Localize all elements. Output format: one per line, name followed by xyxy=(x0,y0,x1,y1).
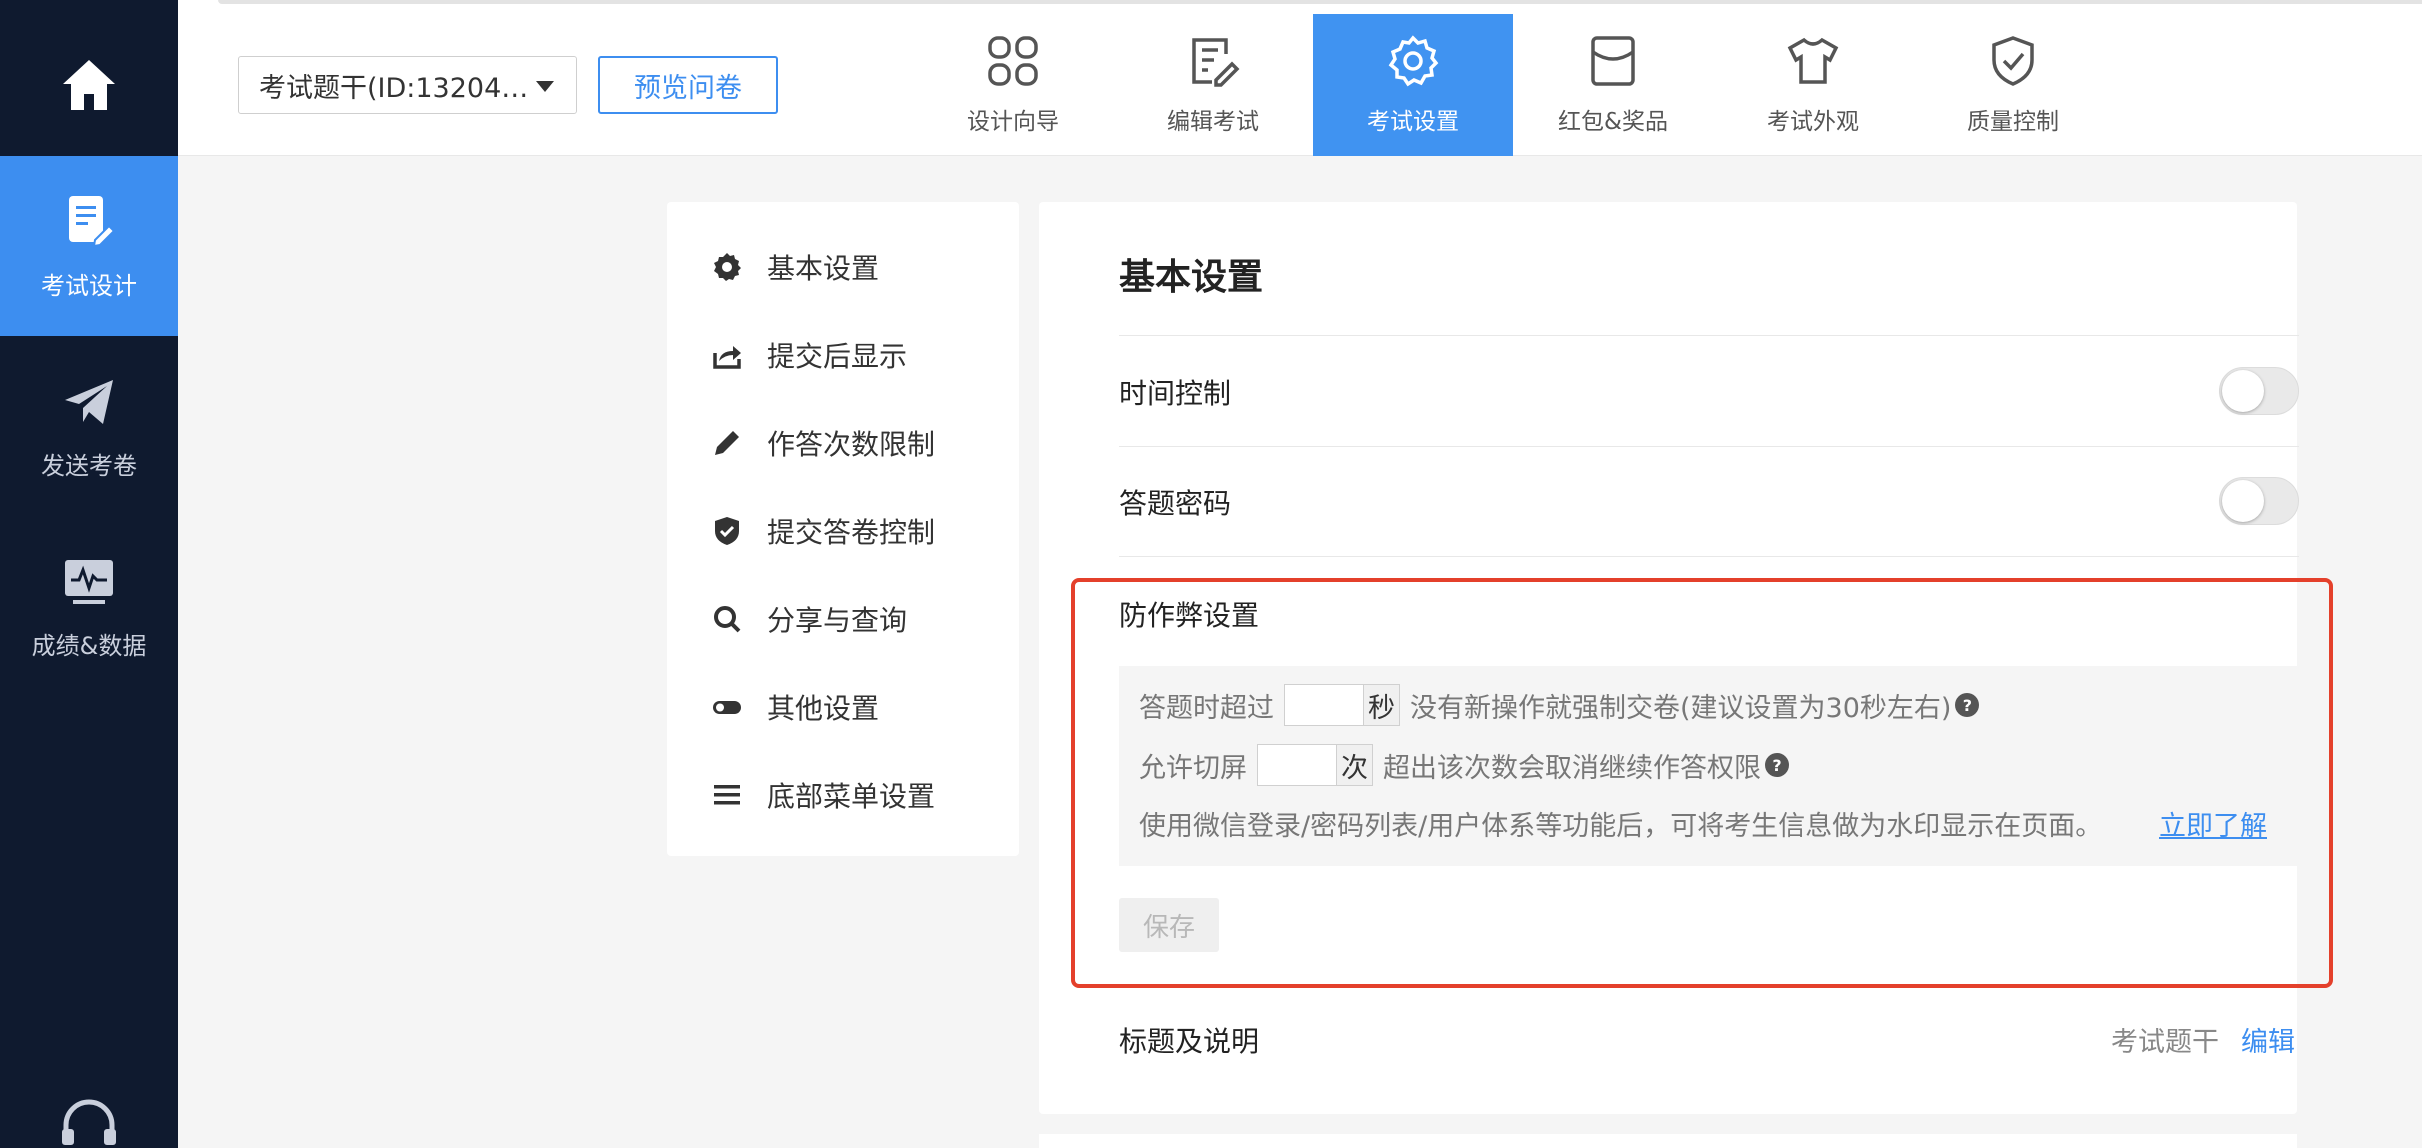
menu-item-answer-limit[interactable]: 作答次数限制 xyxy=(711,418,935,468)
learn-more-link[interactable]: 立即了解 xyxy=(2159,804,2267,843)
menu-item-label: 底部菜单设置 xyxy=(767,780,936,813)
grid-icon xyxy=(988,36,1038,86)
idle-seconds-input[interactable] xyxy=(1284,684,1364,726)
seconds-unit: 秒 xyxy=(1364,684,1400,726)
screen-switch-line: 允许切屏 次 超出该次数会取消继续作答权限 ? xyxy=(1139,744,1789,786)
help-icon[interactable]: ? xyxy=(1765,753,1789,777)
preview-survey-button[interactable]: 预览问卷 xyxy=(598,56,778,114)
idle-timeout-prefix: 答题时超过 xyxy=(1139,692,1274,724)
idle-timeout-line: 答题时超过 秒 没有新操作就强制交卷(建议设置为30秒左右) ? xyxy=(1139,684,1980,726)
chart-monitor-icon xyxy=(65,559,113,604)
menu-item-label: 基本设置 xyxy=(767,252,880,285)
menu-item-post-submit-display[interactable]: 提交后显示 xyxy=(711,330,907,380)
exam-design-icon xyxy=(69,195,116,247)
shield-check-icon xyxy=(1992,36,2034,86)
sidebar-item-exam-design[interactable]: 考试设计 xyxy=(0,156,178,336)
time-control-toggle[interactable] xyxy=(2219,367,2299,415)
toggle-knob xyxy=(2222,370,2264,412)
top-header: 考试题干(ID:13204… 预览问卷 设计向导 编辑考试 考试设置 红包&奖品… xyxy=(178,14,2422,156)
home-icon xyxy=(63,60,115,110)
browser-strip xyxy=(178,0,2422,14)
divider xyxy=(1119,335,2299,336)
divider xyxy=(1119,446,2299,447)
save-button[interactable]: 保存 xyxy=(1119,898,1219,952)
next-card-edge xyxy=(1039,1134,2297,1148)
tab-label: 设计向导 xyxy=(967,109,1059,135)
tab-exam-settings[interactable]: 考试设置 xyxy=(1313,14,1513,156)
screen-switch-count-input[interactable] xyxy=(1257,744,1337,786)
sidebar-item-send-exam[interactable]: 发送考卷 xyxy=(0,336,178,516)
menu-item-other-settings[interactable]: 其他设置 xyxy=(711,682,879,732)
toggle-icon xyxy=(713,701,741,714)
menu-item-submit-control[interactable]: 提交答卷控制 xyxy=(711,506,935,556)
menu-item-bottom-menu[interactable]: 底部菜单设置 xyxy=(711,770,935,820)
tab-exam-appearance[interactable]: 考试外观 xyxy=(1713,14,1913,156)
left-sidebar: 考试设计 发送考卷 成绩&数据 xyxy=(0,0,178,1148)
divider xyxy=(1119,556,2299,557)
menu-item-label: 提交后显示 xyxy=(767,340,908,373)
watermark-text: 使用微信登录/密码列表/用户体系等功能后，可将考生信息做为水印显示在页面。 xyxy=(1139,811,2103,842)
menu-item-basic-settings[interactable]: 基本设置 xyxy=(711,242,879,292)
tab-label: 红包&奖品 xyxy=(1558,109,1668,135)
sidebar-item-scores-data[interactable]: 成绩&数据 xyxy=(0,516,178,696)
screen-switch-suffix: 超出该次数会取消继续作答权限 xyxy=(1383,752,1761,784)
tab-label: 考试设置 xyxy=(1367,109,1459,135)
sidebar-item-label: 考试设计 xyxy=(41,271,137,300)
tab-red-envelope-prizes[interactable]: 红包&奖品 xyxy=(1513,14,1713,156)
watermark-line: 使用微信登录/密码列表/用户体系等功能后，可将考生信息做为水印显示在页面。 xyxy=(1139,804,2102,843)
tab-quality-control[interactable]: 质量控制 xyxy=(1913,14,2113,156)
scroll-track xyxy=(218,0,2422,4)
tab-edit-exam[interactable]: 编辑考试 xyxy=(1113,14,1313,156)
title-description-value: 考试题干 xyxy=(2111,1027,2219,1058)
times-unit: 次 xyxy=(1337,744,1373,786)
screen-switch-prefix: 允许切屏 xyxy=(1139,752,1247,784)
shield-check-icon xyxy=(715,517,739,545)
anti-cheat-title: 防作弊设置 xyxy=(1119,599,1260,632)
title-description-label: 标题及说明 xyxy=(1119,1025,1260,1058)
shirt-icon xyxy=(1787,37,1839,84)
time-control-label: 时间控制 xyxy=(1119,377,1232,410)
edit-doc-icon xyxy=(1192,38,1240,87)
headset-icon xyxy=(62,1099,116,1145)
tab-label: 编辑考试 xyxy=(1167,109,1259,135)
gear-icon xyxy=(714,253,741,281)
menu-item-label: 其他设置 xyxy=(767,692,880,725)
menu-lines-icon xyxy=(714,785,740,805)
settings-content: 基本设置 时间控制 答题密码 防作弊设置 答题时超过 秒 没有新操作就强制交卷(… xyxy=(1039,202,2333,1114)
sidebar-item-label: 成绩&数据 xyxy=(31,631,147,660)
customer-service-button[interactable] xyxy=(58,1095,120,1145)
toggle-knob xyxy=(2222,480,2264,522)
idle-timeout-suffix: 没有新操作就强制交卷(建议设置为30秒左右) xyxy=(1410,692,1952,724)
answer-password-label: 答题密码 xyxy=(1119,487,1232,520)
survey-select-value: 考试题干(ID:13204… xyxy=(259,72,529,104)
menu-item-label: 提交答卷控制 xyxy=(767,516,936,549)
anti-cheat-panel: 答题时超过 秒 没有新操作就强制交卷(建议设置为30秒左右) ? 允许切屏 次 … xyxy=(1119,666,2299,866)
share-out-icon xyxy=(713,346,741,369)
menu-item-share-query[interactable]: 分享与查询 xyxy=(711,594,907,644)
search-icon xyxy=(714,606,741,633)
help-icon[interactable]: ? xyxy=(1955,693,1980,717)
survey-select-dropdown[interactable]: 考试题干(ID:13204… xyxy=(238,56,577,114)
paper-plane-icon xyxy=(65,379,113,424)
tab-label: 质量控制 xyxy=(1967,109,2059,135)
edit-link[interactable]: 编辑 xyxy=(2241,1020,2295,1059)
menu-item-label: 分享与查询 xyxy=(767,604,908,637)
gear-icon xyxy=(1388,35,1439,87)
tab-design-wizard[interactable]: 设计向导 xyxy=(913,14,1113,156)
answer-password-toggle[interactable] xyxy=(2219,477,2299,525)
home-button[interactable] xyxy=(0,14,178,156)
sidebar-item-label: 发送考卷 xyxy=(41,451,137,480)
chevron-down-icon xyxy=(536,81,554,92)
page-title: 基本设置 xyxy=(1119,257,1264,298)
settings-menu: 基本设置 提交后显示 作答次数限制 提交答卷控制 分享与查询 其他设置 底部菜单… xyxy=(667,202,1019,856)
menu-item-label: 作答次数限制 xyxy=(767,428,936,461)
tab-label: 考试外观 xyxy=(1767,109,1859,135)
red-envelope-icon xyxy=(1591,36,1635,86)
pencil-icon xyxy=(715,431,739,455)
